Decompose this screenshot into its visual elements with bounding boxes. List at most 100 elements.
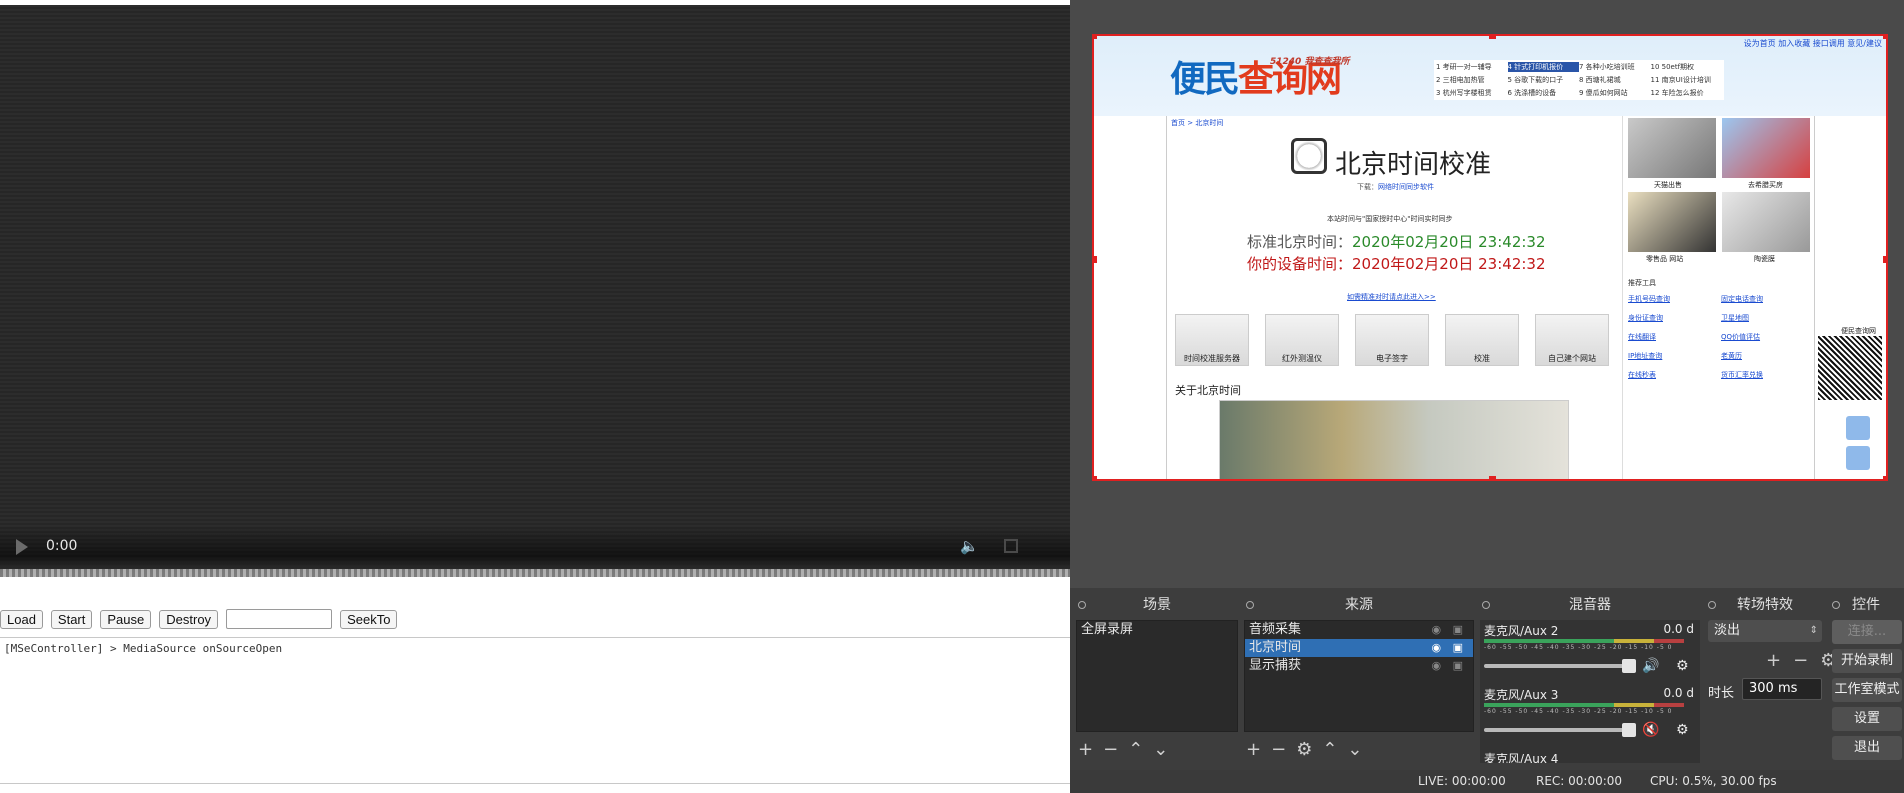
feedback-icon[interactable] — [1846, 446, 1870, 470]
hot-link[interactable]: 5 谷歌下载的口子 — [1508, 75, 1580, 85]
thumb-card[interactable]: 自己建个网站 — [1535, 314, 1609, 366]
duration-spinbox[interactable]: 300 ms — [1742, 678, 1822, 700]
source-label: 显示捕获 — [1249, 658, 1302, 673]
thumb-card[interactable]: 电子签字 — [1355, 314, 1429, 366]
hot-link[interactable]: 8 西塘礼裙城 — [1579, 75, 1651, 85]
resize-handle[interactable] — [1883, 476, 1886, 479]
web-top-links[interactable]: 设为首页 加入收藏 接口调用 意见/建议 — [1744, 38, 1882, 49]
add-icon[interactable]: + — [1766, 650, 1781, 671]
volume-icon[interactable]: 🔈 — [960, 537, 979, 555]
ad-image[interactable] — [1628, 192, 1716, 252]
ad-image[interactable] — [1722, 118, 1810, 178]
hot-link[interactable]: 6 洗涤槽的设备 — [1508, 88, 1580, 98]
video-player[interactable]: 0:00 🔈 — [0, 5, 1070, 577]
exit-button[interactable]: 退出 — [1832, 736, 1902, 760]
fullscreen-icon[interactable] — [1004, 539, 1018, 553]
start-streaming-button[interactable]: 连接... — [1832, 620, 1902, 644]
load-button[interactable]: Load — [0, 609, 43, 629]
preview-area[interactable]: 设为首页 加入收藏 接口调用 意见/建议 便民查询网 51240 我查查我所 1… — [1070, 0, 1904, 588]
preview-source-browser[interactable]: 设为首页 加入收藏 接口调用 意见/建议 便民查询网 51240 我查查我所 1… — [1092, 34, 1888, 481]
ad-image[interactable] — [1722, 192, 1810, 252]
web-breadcrumb[interactable]: 首页 > 北京时间 — [1171, 118, 1223, 128]
web-right-gutter: 便民查询网 — [1814, 116, 1886, 479]
move-up-icon[interactable]: ⌃ — [1128, 739, 1143, 760]
back-to-top-icon[interactable] — [1846, 416, 1870, 440]
volume-slider[interactable] — [1484, 723, 1636, 737]
start-recording-button[interactable]: 开始录制 — [1832, 649, 1902, 673]
thumb-card[interactable]: 时间校准服务器 — [1175, 314, 1249, 366]
resize-handle[interactable] — [1094, 36, 1097, 39]
source-item[interactable]: 显示捕获 ◉ ▣ — [1245, 657, 1473, 675]
dock-float-icon[interactable] — [1708, 601, 1716, 609]
tool-link[interactable]: 手机号码查询 — [1628, 294, 1721, 304]
start-button[interactable]: Start — [50, 609, 93, 629]
visibility-lock-icons[interactable]: ◉ ▣ — [1432, 639, 1468, 657]
hot-link[interactable]: 7 各种小吃培训班 — [1579, 62, 1651, 72]
destroy-button[interactable]: Destroy — [159, 609, 219, 629]
remove-icon[interactable]: − — [1103, 739, 1118, 760]
dock-float-icon[interactable] — [1482, 601, 1490, 609]
tool-link[interactable]: 货币汇率兑换 — [1721, 370, 1814, 380]
dock-float-icon[interactable] — [1078, 601, 1086, 609]
volume-slider[interactable] — [1484, 659, 1636, 673]
muted-speaker-icon[interactable]: 🔇 — [1642, 722, 1659, 738]
ad-image[interactable] — [1628, 118, 1716, 178]
add-icon[interactable]: + — [1078, 739, 1093, 760]
gear-icon[interactable]: ⚙ — [1676, 722, 1689, 738]
hot-link[interactable]: 9 傻瓜如何网站 — [1579, 88, 1651, 98]
tool-link[interactable]: 在线翻译 — [1628, 332, 1721, 342]
resize-handle[interactable] — [1883, 256, 1886, 263]
visibility-lock-icons[interactable]: ◉ ▣ — [1432, 657, 1468, 675]
hot-link[interactable]: 3 杭州写字楼租赁 — [1436, 88, 1508, 98]
tool-link[interactable]: 固定电话查询 — [1721, 294, 1814, 304]
download-link[interactable]: 网络时间同步软件 — [1378, 183, 1434, 191]
volume-slider-knob[interactable] — [1622, 659, 1636, 673]
visibility-lock-icons[interactable]: ◉ ▣ — [1432, 621, 1468, 639]
seek-time-input[interactable] — [226, 609, 333, 629]
source-item[interactable]: 北京时间 ◉ ▣ — [1245, 639, 1473, 657]
studio-mode-button[interactable]: 工作室模式 — [1832, 678, 1902, 702]
dock-float-icon[interactable] — [1246, 601, 1254, 609]
gear-icon[interactable]: ⚙ — [1676, 658, 1689, 674]
move-down-icon[interactable]: ⌄ — [1153, 739, 1168, 760]
pause-button[interactable]: Pause — [100, 609, 152, 629]
hot-link[interactable]: 4 针式打印机报价 — [1507, 62, 1579, 72]
tool-link[interactable]: 老黄历 — [1721, 351, 1814, 361]
tool-link[interactable]: 在线秒表 — [1628, 370, 1721, 380]
remove-icon[interactable]: − — [1793, 650, 1808, 671]
source-item[interactable]: 音频采集 ◉ ▣ — [1245, 621, 1473, 639]
hot-link[interactable]: 11 南京UI设计培训 — [1651, 75, 1723, 85]
seekto-button[interactable]: SeekTo — [340, 609, 398, 629]
add-icon[interactable]: + — [1246, 739, 1261, 760]
remove-icon[interactable]: − — [1271, 739, 1286, 760]
hot-link[interactable]: 2 三相电加热管 — [1436, 75, 1508, 85]
hot-link[interactable]: 12 车险怎么报价 — [1651, 88, 1723, 98]
move-down-icon[interactable]: ⌄ — [1347, 739, 1362, 760]
scene-item[interactable]: 全屏录屏 — [1077, 621, 1237, 639]
dock-float-icon[interactable] — [1832, 601, 1840, 609]
seek-bar[interactable] — [0, 569, 1070, 577]
speaker-icon[interactable]: 🔊 — [1642, 658, 1659, 674]
settings-button[interactable]: 设置 — [1832, 707, 1902, 731]
resize-handle[interactable] — [1489, 476, 1496, 479]
thumb-card[interactable]: 红外测温仪 — [1265, 314, 1339, 366]
tool-link[interactable]: QQ价值评估 — [1721, 332, 1814, 342]
web-precise-link[interactable]: 如需精准对时请点此进入>> — [1347, 292, 1436, 302]
thumb-card[interactable]: 校准 — [1445, 314, 1519, 366]
hot-link[interactable]: 10 50etf期权 — [1651, 62, 1723, 72]
move-up-icon[interactable]: ⌃ — [1322, 739, 1337, 760]
resize-handle[interactable] — [1094, 256, 1097, 263]
hot-link[interactable]: 1 考研一对一辅导 — [1436, 62, 1508, 72]
volume-slider-knob[interactable] — [1622, 723, 1636, 737]
resize-handle[interactable] — [1094, 476, 1097, 479]
resize-handle[interactable] — [1489, 36, 1496, 39]
tool-link[interactable]: 身份证查询 — [1628, 313, 1721, 323]
mixer-dock: 混音器 麦克风/Aux 2 0.0 d -60 -55 -50 -45 -40 … — [1478, 596, 1702, 763]
resize-handle[interactable] — [1883, 36, 1886, 39]
play-icon[interactable] — [16, 539, 28, 555]
transition-select[interactable]: 淡出 ⇕ — [1708, 620, 1822, 642]
tool-link[interactable]: IP地址查询 — [1628, 351, 1721, 361]
ad-caption: 零售品 网站 — [1646, 255, 1684, 263]
gear-icon[interactable]: ⚙ — [1296, 739, 1312, 760]
tool-link[interactable]: 卫星地图 — [1721, 313, 1814, 323]
